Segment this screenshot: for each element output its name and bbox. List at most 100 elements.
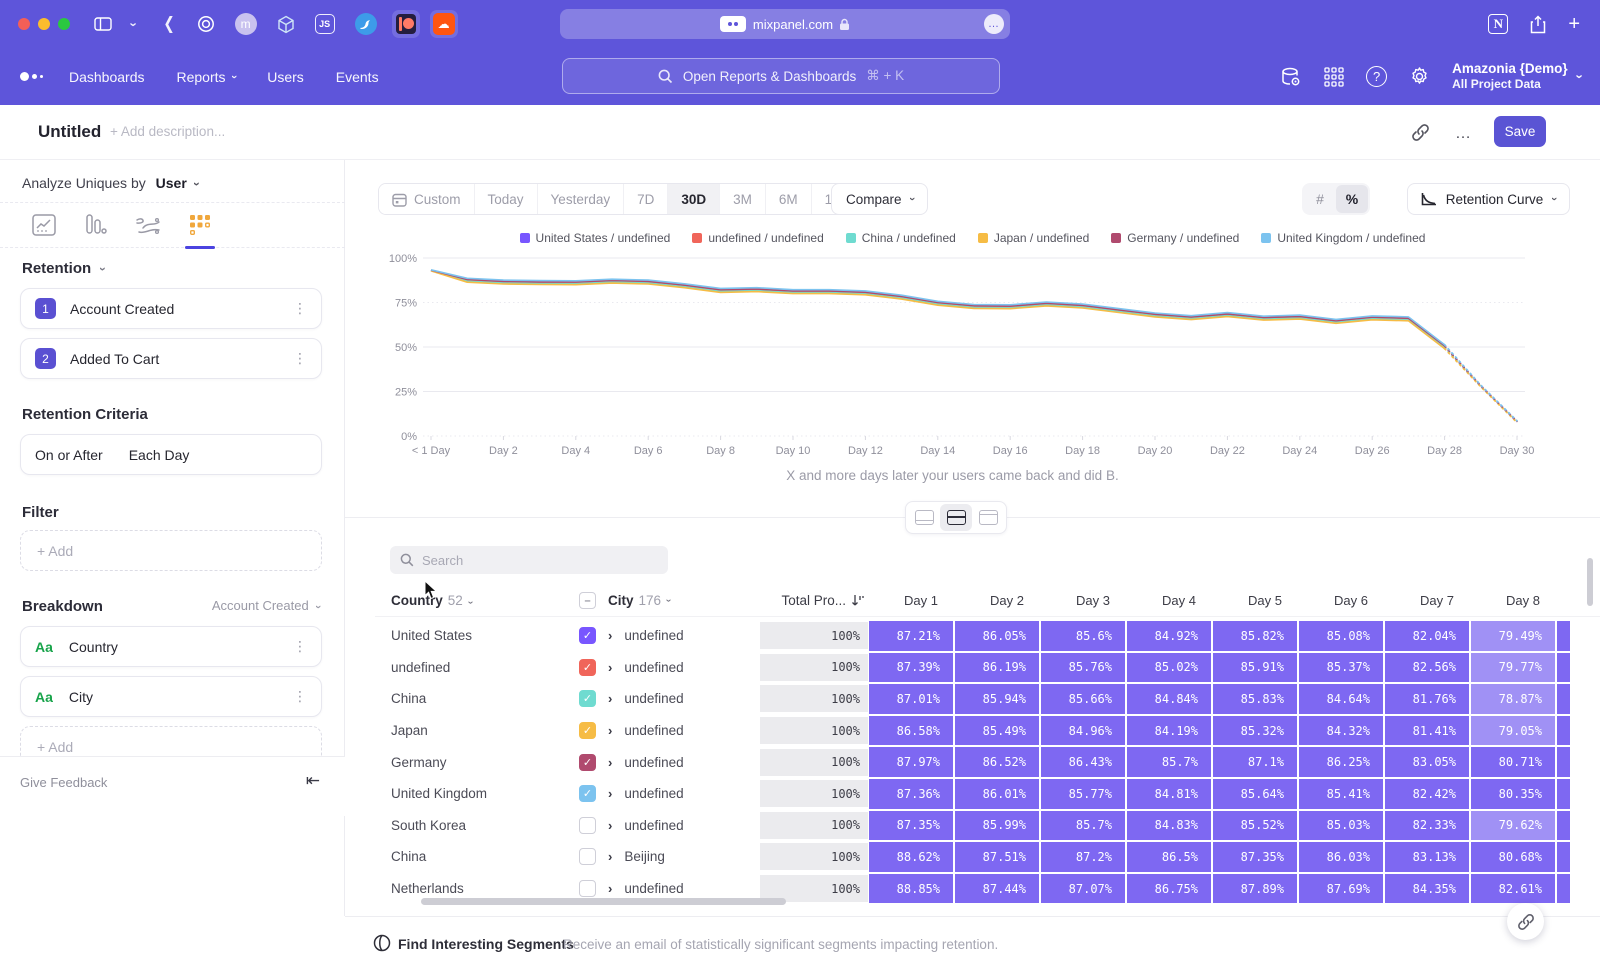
retention-cell[interactable]: 86.75% [1127,874,1211,904]
sidebar-toggle-icon[interactable] [94,17,112,31]
row-checkbox[interactable]: ✓ [579,627,596,644]
retention-cell[interactable]: 85.77% [1041,779,1125,809]
legend-item[interactable]: Japan / undefined [978,231,1089,245]
retention-cell[interactable]: 86.01% [955,779,1039,809]
layout-half-split-button[interactable] [940,504,972,531]
row-checkbox[interactable]: ✓ [579,722,596,739]
add-description[interactable]: + Add description... [110,124,225,139]
retention-cell[interactable]: 87.36% [869,779,953,809]
retention-cell[interactable]: 82.56% [1385,653,1469,683]
tab-overview-chevron-icon[interactable]: › [127,22,142,26]
retention-cell[interactable]: 87.69% [1299,874,1383,904]
bird-extension-icon[interactable] [355,13,377,35]
new-tab-icon[interactable]: + [1568,13,1580,36]
day-column-header[interactable]: Day 8 [1470,593,1556,608]
absolute-unit-button[interactable]: # [1304,185,1336,213]
legend-item[interactable]: United States / undefined [520,231,671,245]
percent-unit-button[interactable]: % [1336,185,1368,213]
kebab-menu-icon[interactable]: ⋮ [293,300,307,317]
give-feedback-link[interactable]: Give Feedback [20,775,107,790]
retention-cell[interactable]: 85.66% [1041,684,1125,714]
tab-retention[interactable] [186,210,214,240]
retention-cell[interactable]: 85.41% [1299,779,1383,809]
retention-cell[interactable]: 82.04% [1385,621,1469,651]
retention-cell[interactable]: 85.64% [1213,779,1297,809]
row-checkbox[interactable]: ✓ [579,785,596,802]
retention-cell[interactable]: 85.7% [1127,747,1211,777]
retention-cell[interactable]: 81.76% [1385,684,1469,714]
expand-row-icon[interactable]: › [608,881,612,896]
retention-cell[interactable]: 79.05% [1471,716,1555,746]
retention-cell[interactable]: 84.84% [1127,684,1211,714]
row-checkbox[interactable] [579,848,596,865]
breakdown-scope-select[interactable]: Account Created › [212,598,320,613]
retention-cell[interactable]: 85.99% [955,811,1039,841]
mixpanel-logo[interactable] [20,72,43,81]
retention-cell[interactable]: 87.89% [1213,874,1297,904]
retention-cell[interactable]: 87.01% [869,684,953,714]
retention-cell[interactable]: 87.44% [955,874,1039,904]
notion-icon[interactable]: N [1488,14,1508,34]
find-segments-title[interactable]: Find Interesting Segments [398,936,574,952]
retention-cell[interactable]: 87.35% [869,811,953,841]
retention-cell[interactable]: 84.19% [1127,716,1211,746]
target-extension-icon[interactable] [197,15,215,33]
expand-row-icon[interactable]: › [608,691,612,706]
retention-cell[interactable]: 85.91% [1213,653,1297,683]
retention-cell[interactable]: 87.35% [1213,842,1297,872]
day-column-header[interactable]: Day 6 [1298,593,1384,608]
kebab-menu-icon[interactable]: ⋮ [293,350,307,367]
retention-step-1[interactable]: 1Account Created⋮ [20,288,322,329]
url-more-icon[interactable]: … [984,14,1004,34]
retention-cell[interactable]: 85.02% [1127,653,1211,683]
retention-cell[interactable]: 85.83% [1213,684,1297,714]
copy-link-icon[interactable] [1411,123,1430,142]
project-switcher[interactable]: Amazonia {Demo} All Project Data › [1452,61,1582,93]
retention-cell[interactable]: 78.87% [1471,684,1555,714]
compare-button[interactable]: Compare › [831,183,928,215]
expand-row-icon[interactable]: › [608,755,612,770]
retention-cell[interactable]: 84.81% [1127,779,1211,809]
analyze-uniques-value[interactable]: User [156,175,187,191]
retention-cell[interactable]: 82.61% [1471,874,1555,904]
expand-row-icon[interactable]: › [608,818,612,833]
tab-flows[interactable] [134,210,162,240]
share-link-fab[interactable] [1507,903,1544,940]
retention-cell[interactable]: 80.68% [1471,842,1555,872]
retention-cell[interactable]: 84.64% [1299,684,1383,714]
country-column-header[interactable]: Country52› [375,593,560,608]
day-column-header[interactable]: Day 3 [1040,593,1126,608]
cube-extension-icon[interactable] [277,15,295,34]
retention-cell[interactable]: 87.21% [869,621,953,651]
expand-row-icon[interactable]: › [608,849,612,864]
layout-bottom-split-button[interactable] [908,504,940,531]
nav-item-dashboards[interactable]: Dashboards [69,69,145,85]
retention-cell[interactable]: 87.97% [869,747,953,777]
nav-item-users[interactable]: Users [267,69,304,85]
day-column-header[interactable]: Day 1 [868,593,954,608]
apps-grid-icon[interactable] [1324,67,1344,87]
retention-cell[interactable]: 80.35% [1471,779,1555,809]
row-checkbox[interactable]: ✓ [579,754,596,771]
kebab-menu-icon[interactable]: ⋮ [293,688,307,705]
soundcloud-tab-icon[interactable]: ☁ [430,10,458,38]
day-column-header[interactable]: Day 5 [1212,593,1298,608]
url-bar[interactable]: mixpanel.com … [560,9,1010,39]
help-icon[interactable]: ? [1366,66,1387,87]
retention-cell[interactable]: 84.32% [1299,716,1383,746]
breakdown-city[interactable]: AaCity⋮ [20,676,322,717]
select-all-checkbox[interactable]: – [579,592,596,609]
legend-item[interactable]: Germany / undefined [1111,231,1239,245]
global-search-button[interactable]: Open Reports & Dashboards ⌘ + K [562,58,1000,94]
tab-insights[interactable] [30,210,58,240]
layout-top-split-button[interactable] [972,504,1004,531]
legend-item[interactable]: China / undefined [846,231,956,245]
criteria-each-day[interactable]: Each Day [129,447,190,463]
share-icon[interactable] [1530,15,1546,34]
retention-cell[interactable]: 85.82% [1213,621,1297,651]
retention-cell[interactable]: 85.49% [955,716,1039,746]
retention-cell[interactable]: 82.33% [1385,811,1469,841]
chart-type-button[interactable]: Retention Curve › [1407,183,1570,215]
retention-cell[interactable]: 85.32% [1213,716,1297,746]
retention-cell[interactable]: 84.92% [1127,621,1211,651]
